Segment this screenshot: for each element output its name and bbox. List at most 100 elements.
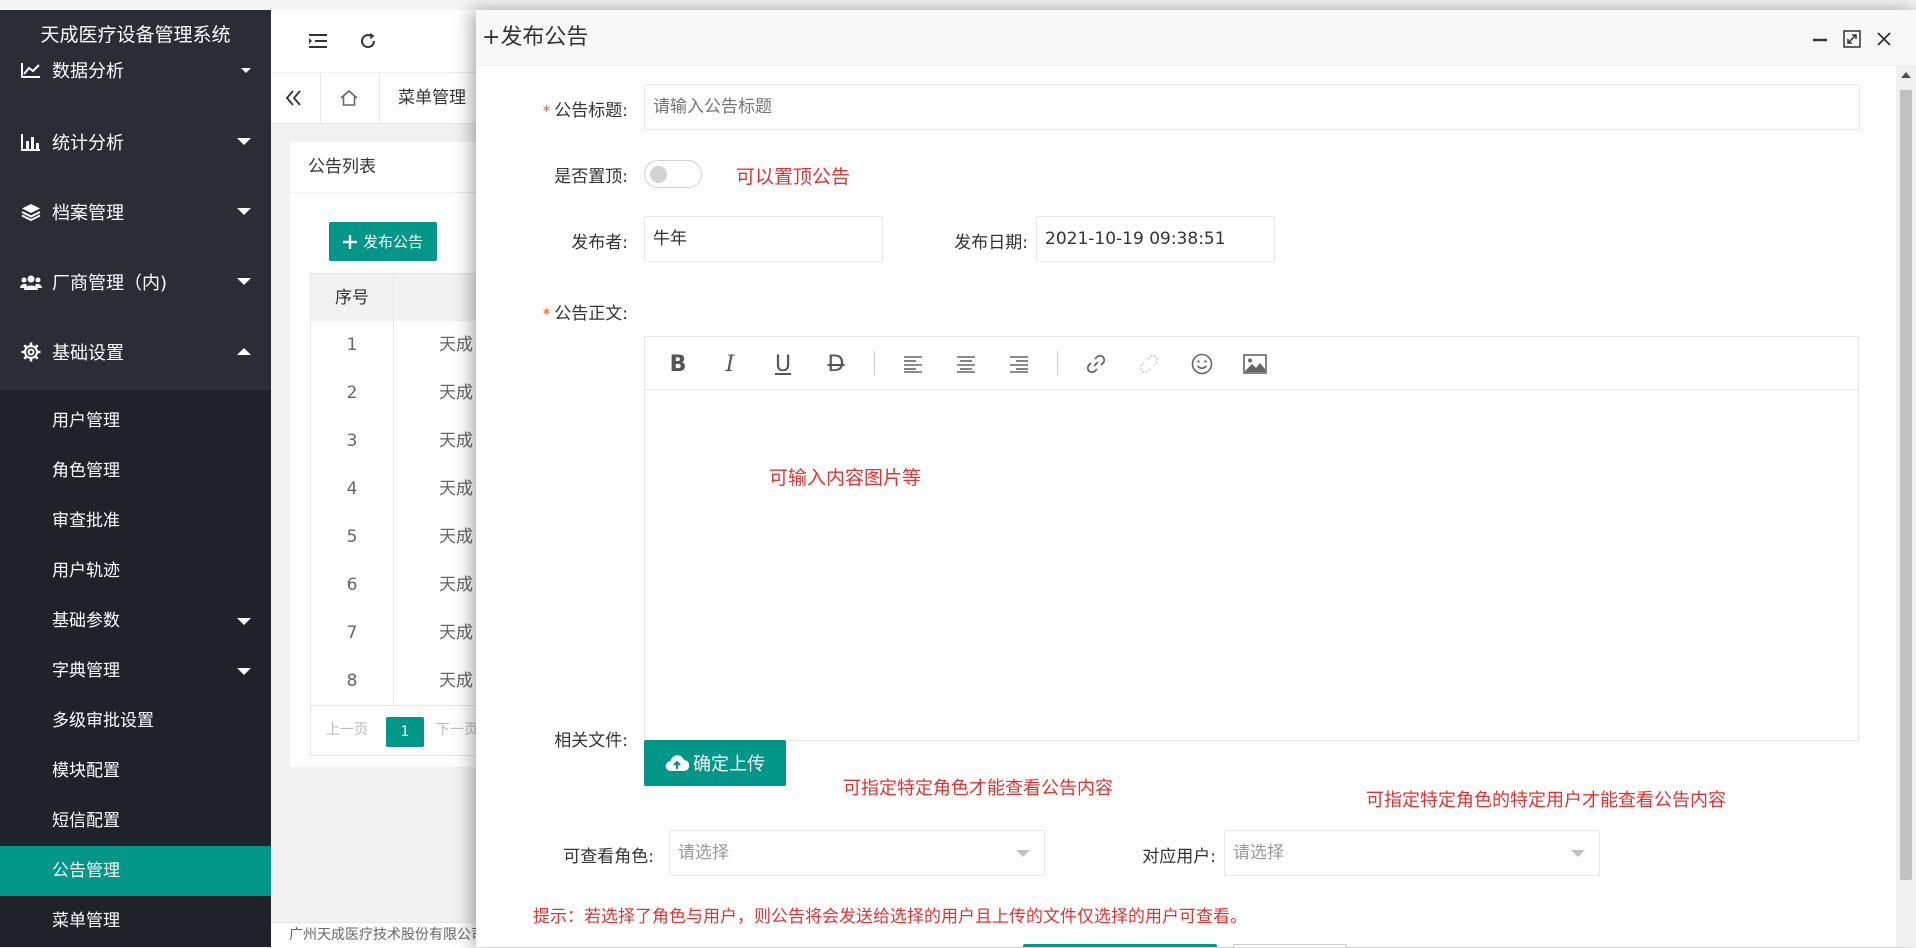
row-title: 天成 bbox=[439, 479, 473, 499]
date-field-label: 发布日期: bbox=[954, 233, 1028, 253]
maximize-icon[interactable] bbox=[1841, 28, 1863, 50]
column-header-index: 序号 bbox=[335, 288, 369, 308]
pin-annotation: 可以置顶公告 bbox=[736, 166, 851, 188]
dialog-titlebar: +发布公告 bbox=[476, 10, 1916, 66]
close-icon[interactable] bbox=[1873, 28, 1895, 50]
title-label-text: 公告标题: bbox=[554, 101, 628, 121]
sidebar-item-basic-settings[interactable]: 基础设置 bbox=[0, 317, 271, 387]
title-input[interactable] bbox=[644, 84, 1860, 130]
link-icon[interactable] bbox=[1082, 350, 1110, 378]
scrollbar-thumb[interactable] bbox=[1900, 90, 1912, 880]
body-annotation: 可输入内容图片等 bbox=[769, 467, 922, 489]
publisher-input[interactable]: 牛年 bbox=[644, 216, 883, 262]
publish-announcement-button[interactable]: 发布公告 bbox=[329, 222, 437, 261]
sidebar-item-label: 基础参数 bbox=[52, 611, 120, 631]
column-divider bbox=[393, 561, 394, 609]
chevron-down-icon bbox=[237, 138, 251, 145]
publish-button-label: 发布公告 bbox=[362, 233, 423, 251]
sidebar-item-statistics[interactable]: 统计分析 bbox=[0, 107, 271, 177]
tab-divider bbox=[379, 73, 380, 123]
sidebar-item-vendors[interactable]: 厂商管理（内) bbox=[0, 247, 271, 317]
chevron-down-icon bbox=[237, 668, 251, 675]
chevron-down-icon bbox=[1571, 850, 1585, 857]
sidebar-item-roles[interactable]: 角色管理 bbox=[0, 446, 271, 496]
tab-menu-management[interactable]: 菜单管理 bbox=[398, 73, 466, 123]
chevron-down-icon bbox=[237, 278, 251, 285]
sidebar-item-user-track[interactable]: 用户轨迹 bbox=[0, 546, 271, 596]
row-title: 天成 bbox=[439, 671, 473, 691]
upload-button[interactable]: 确定上传 bbox=[644, 740, 786, 786]
sidebar-item-users[interactable]: 用户管理 bbox=[0, 396, 271, 446]
bar-chart-icon bbox=[20, 131, 42, 153]
row-index: 3 bbox=[346, 431, 358, 451]
sidebar-item-archives[interactable]: 档案管理 bbox=[0, 177, 271, 247]
italic-icon[interactable]: I bbox=[716, 350, 744, 378]
dialog-title: +发布公告 bbox=[482, 25, 589, 50]
prev-page-link[interactable]: 上一页 bbox=[326, 705, 368, 755]
sidebar-item-multi-approval[interactable]: 多级审批设置 bbox=[0, 696, 271, 746]
gear-icon bbox=[20, 341, 42, 363]
sidebar-item-label: 用户轨迹 bbox=[52, 561, 120, 581]
double-chevron-left-icon[interactable] bbox=[279, 83, 309, 113]
sidebar-item-sms[interactable]: 短信配置 bbox=[0, 796, 271, 846]
scroll-up-icon[interactable] bbox=[1901, 72, 1911, 78]
refresh-icon[interactable] bbox=[353, 26, 383, 56]
sidebar-item-label: 菜单管理 bbox=[52, 911, 120, 931]
sidebar-item-basic-params[interactable]: 基础参数 bbox=[0, 596, 271, 646]
tab-divider bbox=[320, 73, 321, 123]
sidebar-item-label: 模块配置 bbox=[52, 761, 120, 781]
sidebar-item-modules[interactable]: 模块配置 bbox=[0, 746, 271, 796]
chevron-down-icon bbox=[1016, 850, 1030, 857]
dialog-body: *公告标题: 是否置顶: 可以置顶公告 发布者: 牛年 发布日期: 2021-1… bbox=[476, 66, 1896, 947]
next-page-link[interactable]: 下一页 bbox=[436, 705, 478, 755]
sidebar-item-dictionary[interactable]: 字典管理 bbox=[0, 646, 271, 696]
column-divider bbox=[393, 274, 394, 322]
dialog-scrollbar[interactable] bbox=[1896, 66, 1916, 947]
align-left-icon[interactable] bbox=[899, 350, 927, 378]
toolbar-divider bbox=[874, 351, 875, 375]
date-input[interactable]: 2021-10-19 09:38:51 bbox=[1036, 216, 1275, 262]
required-marker: * bbox=[542, 102, 551, 120]
users-select[interactable]: 请选择 bbox=[1224, 830, 1600, 876]
tip-text: 提示：若选择了角色与用户，则公告将会发送给选择的用户且上传的文件仅选择的用户可查… bbox=[533, 907, 1247, 927]
users-select-placeholder: 请选择 bbox=[1233, 843, 1284, 863]
sidebar-item-menus[interactable]: 菜单管理 bbox=[0, 896, 271, 946]
roles-select[interactable]: 请选择 bbox=[669, 830, 1045, 876]
rich-text-editor: B I U D 可输入内容图片等 bbox=[644, 336, 1859, 741]
chevron-down-icon bbox=[237, 208, 251, 215]
minimize-icon[interactable] bbox=[1809, 28, 1831, 50]
browser-chrome bbox=[0, 0, 1916, 10]
role-annotation: 可指定特定角色才能查看公告内容 bbox=[843, 778, 1113, 799]
row-title: 天成 bbox=[439, 383, 473, 403]
row-title: 天成 bbox=[439, 623, 473, 643]
card-title: 公告列表 bbox=[308, 157, 376, 177]
title-field-label: * 公告标题: bbox=[516, 96, 628, 121]
pin-toggle-switch[interactable] bbox=[644, 160, 702, 188]
files-field-label: 相关文件: bbox=[554, 731, 628, 751]
bold-icon[interactable]: B bbox=[664, 350, 692, 378]
row-index: 4 bbox=[346, 479, 358, 499]
image-icon[interactable] bbox=[1241, 350, 1269, 378]
sidebar-item-approval[interactable]: 审查批准 bbox=[0, 496, 271, 546]
underline-icon[interactable]: U bbox=[769, 350, 797, 378]
emoji-icon[interactable] bbox=[1188, 350, 1216, 378]
row-index: 2 bbox=[346, 383, 358, 403]
align-right-icon[interactable] bbox=[1005, 350, 1033, 378]
user-annotation: 可指定特定角色的特定用户才能查看公告内容 bbox=[1366, 790, 1726, 811]
roles-field-label: 可查看角色: bbox=[563, 847, 654, 867]
users-field-label: 对应用户: bbox=[1142, 847, 1216, 867]
align-center-icon[interactable] bbox=[952, 350, 980, 378]
users-icon bbox=[20, 271, 42, 293]
page-number-current[interactable]: 1 bbox=[386, 717, 424, 747]
column-divider bbox=[393, 657, 394, 705]
menu-collapse-icon[interactable] bbox=[303, 26, 333, 56]
sidebar-item-label: 厂商管理（内) bbox=[52, 273, 168, 294]
sidebar-item-announcements[interactable]: 公告管理 bbox=[0, 846, 271, 896]
strikethrough-icon[interactable]: D bbox=[822, 350, 850, 378]
footer-text: 广州天成医疗技术股份有限公司 bbox=[289, 927, 485, 943]
sidebar-item-label: 字典管理 bbox=[52, 661, 120, 681]
body-field-label: * 公告正文: bbox=[516, 299, 628, 324]
home-icon[interactable] bbox=[334, 83, 364, 113]
sidebar-item-label: 角色管理 bbox=[52, 461, 120, 481]
unlink-icon[interactable] bbox=[1135, 350, 1163, 378]
